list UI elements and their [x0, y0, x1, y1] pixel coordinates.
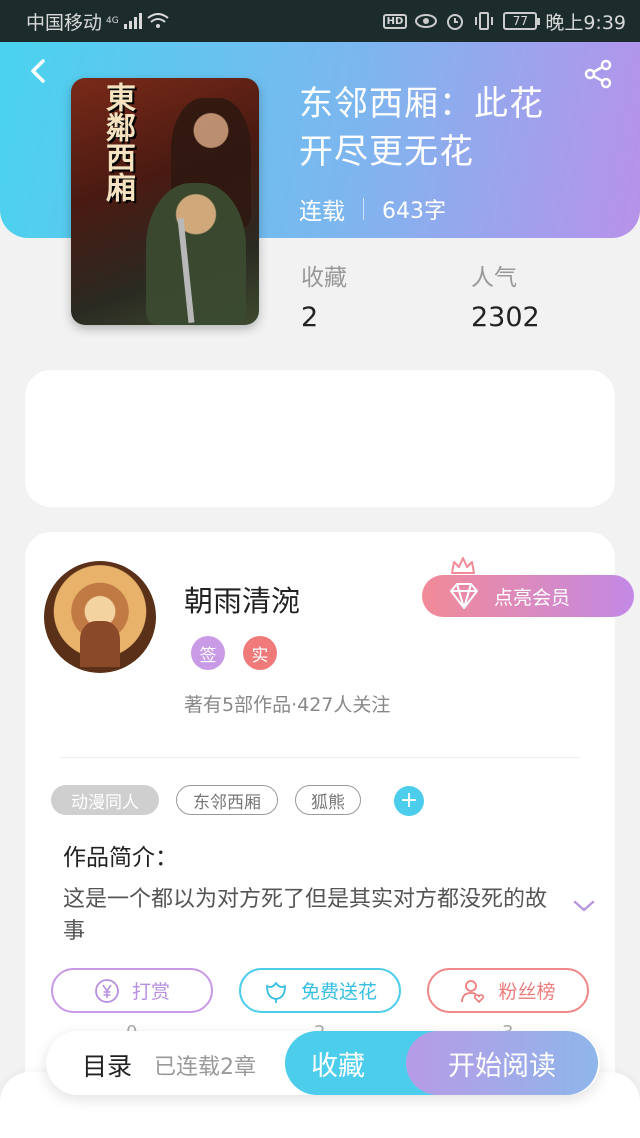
- hd-icon: HD: [382, 13, 408, 29]
- status-right: HD 77 晚上9:39: [382, 8, 626, 35]
- author-name[interactable]: 朝雨清涴: [184, 578, 300, 620]
- send-flower-button[interactable]: 免费送花: [239, 968, 401, 1013]
- empty-card: [25, 370, 615, 507]
- book-cover[interactable]: 東鄰西廂: [71, 78, 259, 325]
- tag-item[interactable]: 东邻西厢: [176, 785, 278, 815]
- word-count: 643字: [382, 199, 446, 224]
- author-avatar[interactable]: [44, 561, 156, 673]
- verified-badge: 实: [243, 636, 277, 670]
- intro-label: 作品简介：: [63, 845, 178, 871]
- wifi-icon: [147, 13, 169, 28]
- cover-figure-front: [146, 183, 246, 325]
- meta-divider: [363, 198, 364, 220]
- book-meta: 连载 643字: [299, 192, 446, 226]
- favorites-value: 2: [301, 302, 319, 333]
- alarm-icon: [447, 14, 464, 30]
- fans-ranking-button[interactable]: 粉丝榜: [427, 968, 589, 1013]
- table-of-contents-button[interactable]: 目录: [82, 1047, 132, 1083]
- serial-status: 连载: [299, 199, 345, 225]
- vip-label: 点亮会员: [494, 586, 571, 609]
- fans-ranking-label: 粉丝榜: [498, 981, 556, 1003]
- user-heart-icon: [461, 979, 485, 1003]
- send-flower-label: 免费送花: [300, 981, 377, 1003]
- favorites-label: 收藏: [301, 265, 347, 291]
- start-reading-label: 开始阅读: [448, 1050, 556, 1082]
- favorite-label: 收藏: [311, 1050, 365, 1082]
- popularity-label: 人气: [471, 265, 517, 291]
- flower-icon: [266, 981, 286, 1003]
- back-arrow-icon[interactable]: [24, 56, 54, 86]
- chevron-down-icon[interactable]: [572, 898, 596, 914]
- chapter-count[interactable]: 已连载2章: [154, 1049, 256, 1081]
- start-reading-button[interactable]: 开始阅读: [406, 1031, 598, 1095]
- tag-item[interactable]: 动漫同人: [51, 785, 159, 815]
- card-divider: [60, 757, 580, 758]
- crown-icon: [451, 557, 475, 574]
- vibrate-icon: [475, 12, 494, 30]
- status-bar: 中国移动 4G HD 77 晚上9:39: [0, 0, 640, 42]
- tip-button[interactable]: 打赏: [51, 968, 213, 1013]
- yen-icon: [95, 978, 119, 1003]
- clock: 晚上9:39: [545, 11, 626, 34]
- tip-label: 打赏: [131, 981, 170, 1003]
- diamond-icon: [450, 583, 478, 609]
- add-tag-button[interactable]: +: [394, 786, 424, 816]
- popularity-value: 2302: [471, 302, 540, 333]
- book-title: 东邻西厢：此花 开尽更无花: [299, 80, 599, 176]
- signed-badge: 签: [191, 636, 225, 670]
- eye-icon: [415, 14, 438, 28]
- signal-icon: [123, 13, 142, 29]
- tag-item[interactable]: 狐熊: [295, 785, 361, 815]
- network-type: 4G: [106, 16, 119, 26]
- battery-icon: 77: [503, 12, 541, 30]
- intro-text: 这是一个都以为对方死了但是其实对方都没死的故事: [63, 887, 548, 944]
- author-works-info: 著有5部作品·427人关注: [184, 694, 391, 716]
- carrier-name: 中国移动: [26, 11, 103, 34]
- carrier-group: 中国移动 4G: [26, 8, 169, 35]
- book-title-line2: 开尽更无花: [299, 132, 474, 172]
- book-title-line1: 东邻西厢：此花: [299, 84, 544, 124]
- cover-title: 東鄰西廂: [100, 82, 135, 202]
